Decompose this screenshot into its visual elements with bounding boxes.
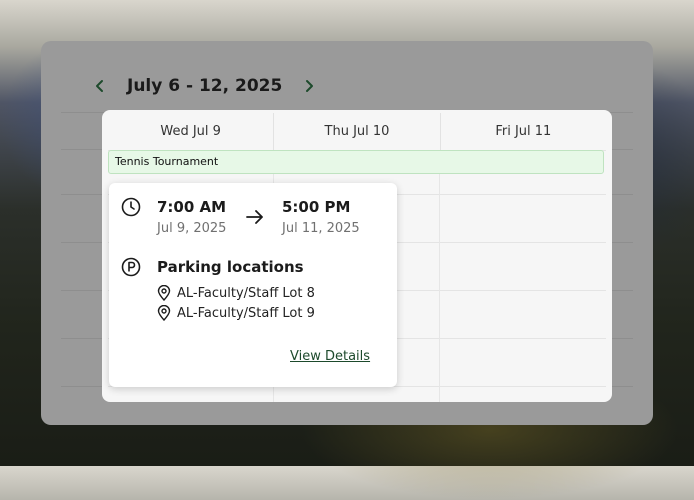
view-details-link[interactable]: View Details [290, 349, 370, 364]
day-header-wed[interactable]: Wed Jul 9 [108, 113, 275, 150]
date-navigation: July 6 - 12, 2025 [93, 75, 316, 97]
day-headers: Wed Jul 9 Thu Jul 10 Fri Jul 11 [108, 113, 606, 150]
arrow-right-icon [245, 207, 265, 227]
event-tennis-tournament[interactable]: Tennis Tournament [108, 150, 604, 174]
parking-lot-item: AL-Faculty/Staff Lot 9 [157, 305, 315, 321]
clock-icon [121, 197, 141, 217]
event-popup: 7:00 AM Jul 9, 2025 5:00 PM Jul 11, 2025… [109, 183, 397, 387]
end-date: Jul 11, 2025 [282, 221, 360, 236]
day-header-thu[interactable]: Thu Jul 10 [274, 113, 441, 150]
parking-lot-item: AL-Faculty/Staff Lot 8 [157, 285, 315, 301]
start-date: Jul 9, 2025 [157, 221, 227, 236]
column-divider [439, 174, 440, 402]
location-pin-icon [157, 305, 171, 321]
parking-lot-label: AL-Faculty/Staff Lot 9 [177, 305, 315, 321]
start-time: 7:00 AM [157, 198, 227, 216]
date-range-title: July 6 - 12, 2025 [127, 76, 283, 96]
day-header-fri[interactable]: Fri Jul 11 [441, 113, 606, 150]
chevron-left-icon[interactable] [93, 79, 107, 93]
location-pin-icon [157, 285, 171, 301]
parking-title: Parking locations [157, 258, 304, 276]
parking-icon [121, 257, 141, 277]
parking-lot-label: AL-Faculty/Staff Lot 8 [177, 285, 315, 301]
chevron-right-icon[interactable] [302, 79, 316, 93]
end-time: 5:00 PM [282, 198, 351, 216]
